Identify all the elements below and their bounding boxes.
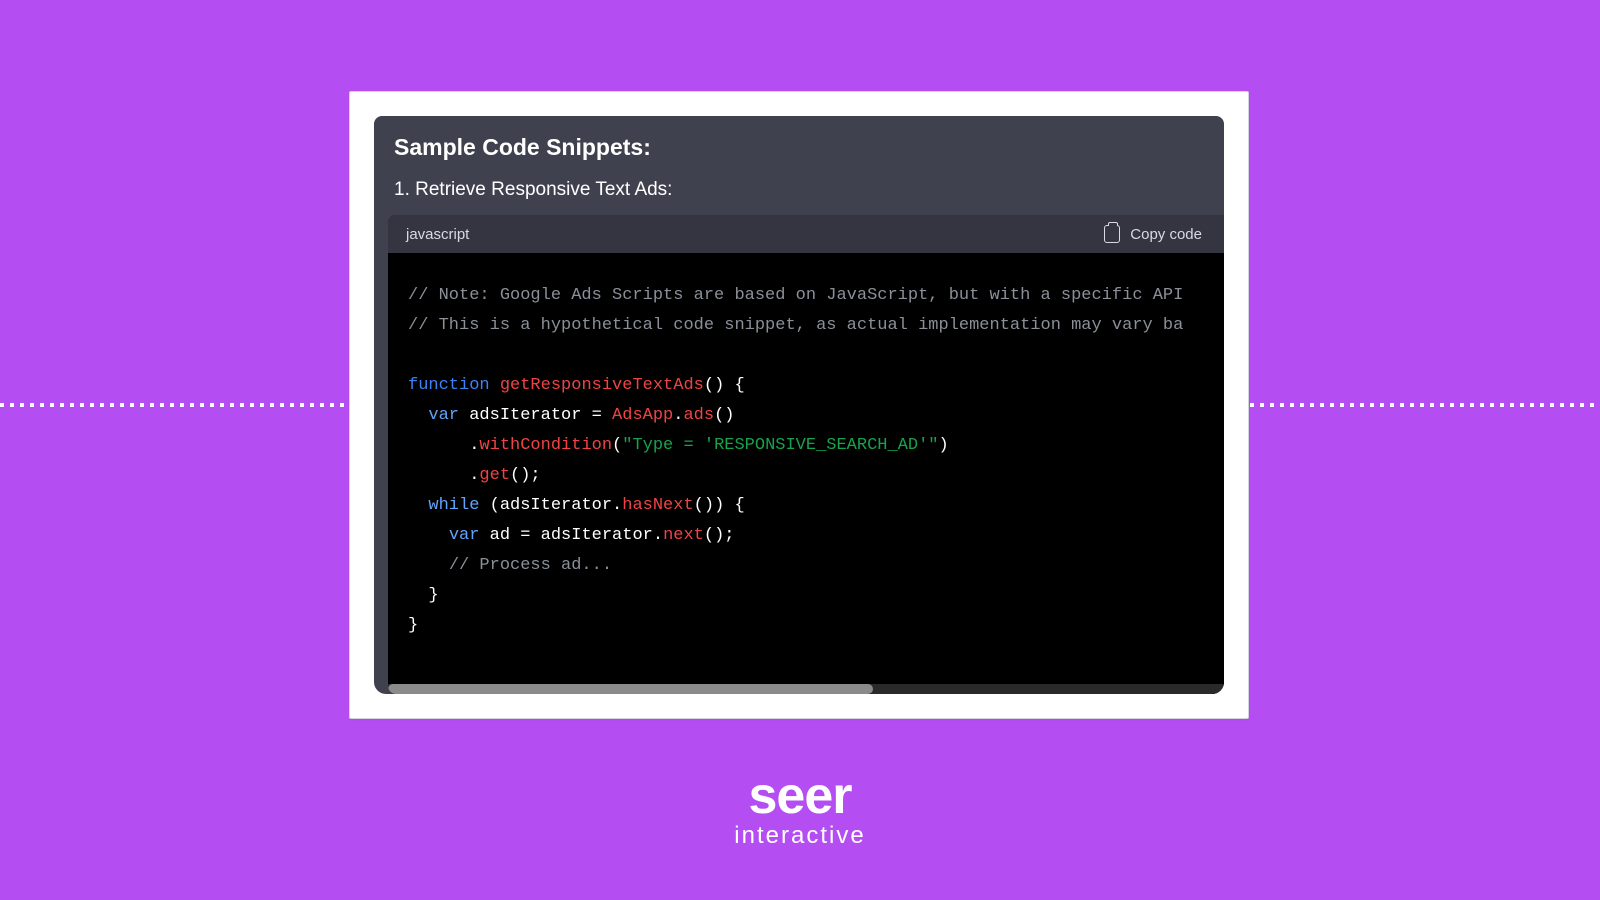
clipboard-icon (1104, 225, 1120, 243)
code-language-label: javascript (406, 226, 469, 243)
code-block: javascript Copy code // Note: Google Ads… (388, 215, 1224, 694)
code-line: var adsIterator = AdsApp.ads() (408, 401, 1206, 431)
horizontal-scrollbar-track[interactable] (388, 684, 1224, 694)
code-body[interactable]: // Note: Google Ads Scripts are based on… (388, 253, 1224, 694)
copy-code-label: Copy code (1130, 226, 1202, 243)
code-line: // Process ad... (408, 551, 1206, 581)
brand-logo: seer interactive (734, 770, 865, 848)
panel-title: Sample Code Snippets: (374, 116, 1224, 171)
code-line: while (adsIterator.hasNext()) { (408, 491, 1206, 521)
code-line: } (408, 581, 1206, 611)
code-card: Sample Code Snippets: 1. Retrieve Respon… (349, 91, 1249, 719)
code-line: .get(); (408, 461, 1206, 491)
code-line: var ad = adsIterator.next(); (408, 521, 1206, 551)
panel-subtitle: 1. Retrieve Responsive Text Ads: (374, 171, 1224, 215)
horizontal-scrollbar-thumb[interactable] (388, 684, 873, 694)
code-header: javascript Copy code (388, 215, 1224, 253)
code-line: // Note: Google Ads Scripts are based on… (408, 281, 1206, 311)
code-line: // This is a hypothetical code snippet, … (408, 311, 1206, 341)
code-line (408, 341, 1206, 371)
code-panel: Sample Code Snippets: 1. Retrieve Respon… (374, 116, 1224, 694)
brand-logo-top: seer (734, 770, 865, 822)
copy-code-button[interactable]: Copy code (1104, 225, 1202, 243)
code-line: .withCondition("Type = 'RESPONSIVE_SEARC… (408, 431, 1206, 461)
brand-logo-bottom: interactive (734, 824, 865, 848)
code-line: function getResponsiveTextAds() { (408, 371, 1206, 401)
code-line: } (408, 611, 1206, 641)
